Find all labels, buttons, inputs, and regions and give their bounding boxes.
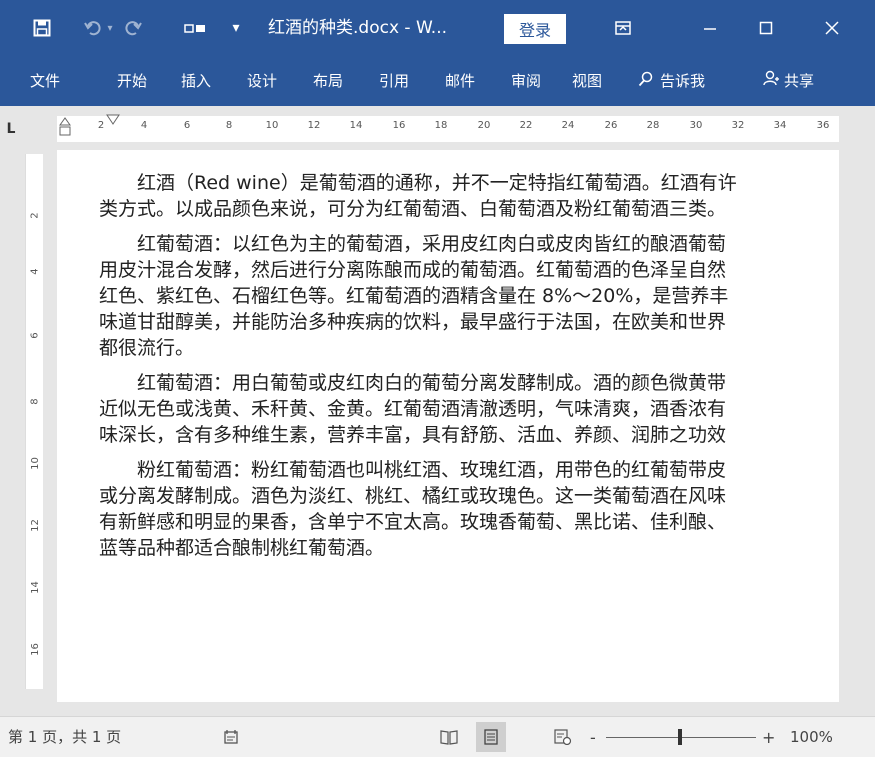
ruler-tick: 30 — [689, 120, 703, 131]
ruler-tick: 4 — [29, 268, 41, 275]
undo-dropdown-icon[interactable]: ▾ — [104, 0, 116, 56]
ruler-tick: 14 — [349, 120, 363, 131]
left-indent-marker-icon[interactable] — [59, 115, 71, 137]
tab-design[interactable]: 设计 — [247, 56, 277, 106]
horizontal-ruler[interactable]: 2 4 6 8 10 12 14 16 18 20 22 24 26 28 30… — [57, 114, 839, 142]
web-layout-icon[interactable] — [552, 726, 574, 748]
ruler-tick: 24 — [561, 120, 575, 131]
text-line: 红色、紫红色、石榴红色等。红葡萄酒的酒精含量在 8%～20%，是营养丰 — [99, 285, 729, 307]
ruler-tick: 20 — [477, 120, 491, 131]
tell-me-box[interactable]: 告诉我 — [638, 56, 705, 106]
text-line: 近似无色或浅黄、禾秆黄、金黄。红葡萄酒清澈透明，气味清爽，酒香浓有 — [99, 398, 727, 420]
tab-insert[interactable]: 插入 — [181, 56, 211, 106]
tab-file[interactable]: 文件 — [30, 56, 60, 106]
text-line: 有新鲜感和明显的果香，含单宁不宜太高。玫瑰香葡萄、黑比诺、佳利酿、 — [99, 511, 727, 533]
ruler-tick: 2 — [97, 120, 105, 131]
text-line: 红酒（Red wine）是葡萄酒的通称，并不一定特指红葡萄酒。红酒有许 — [137, 172, 737, 194]
ruler-tick: 32 — [731, 120, 745, 131]
document-workspace: L 2 4 6 8 10 12 14 16 18 20 22 24 26 28 … — [0, 106, 875, 716]
paragraph-3: 红葡萄酒：用白葡萄或皮红肉白的葡萄分离发酵制成。酒的颜色微黄带 近似无色或浅黄、… — [61, 370, 839, 448]
tab-references[interactable]: 引用 — [379, 56, 409, 106]
maximize-icon[interactable] — [746, 0, 786, 56]
ruler-tick: 28 — [646, 120, 660, 131]
share-person-icon — [762, 57, 780, 107]
paragraph-1: 红酒（Red wine）是葡萄酒的通称，并不一定特指红葡萄酒。红酒有许 类方式。… — [61, 170, 839, 222]
zoom-slider-thumb[interactable] — [678, 729, 682, 745]
redo-icon[interactable] — [120, 0, 146, 56]
ruler-tick: 18 — [434, 120, 448, 131]
vertical-ruler[interactable]: 2 4 6 8 10 12 14 16 — [25, 154, 43, 689]
ruler-tick: 8 — [29, 398, 41, 405]
paragraph-2: 红葡萄酒：以红色为主的葡萄酒，采用皮红肉白或皮肉皆红的酿酒葡萄 用皮汁混合发酵，… — [61, 231, 839, 361]
ruler-tick: 36 — [816, 120, 830, 131]
text-line: 都很流行。 — [99, 337, 195, 359]
ruler-tick: 14 — [29, 581, 41, 594]
ruler-tick: 16 — [392, 120, 406, 131]
text-line: 味道甘甜醇美，并能防治多种疾病的饮料，最早盛行于法国，在欧美和世界 — [99, 311, 727, 333]
ruler-tick: 2 — [29, 212, 41, 219]
zoom-out-button[interactable]: - — [590, 717, 596, 757]
paragraph-4: 粉红葡萄酒：粉红葡萄酒也叫桃红酒、玫瑰红酒，用带色的红葡萄带皮 或分离发酵制成。… — [61, 457, 839, 561]
tab-review[interactable]: 审阅 — [511, 56, 541, 106]
text-line: 蓝等品种都适合酿制桃红葡萄酒。 — [99, 537, 385, 559]
ruler-tick: 6 — [29, 332, 41, 339]
ribbon-tabs: 文件 开始 插入 设计 布局 引用 邮件 审阅 视图 告诉我 共享 — [0, 56, 875, 106]
ruler-tick: 12 — [29, 519, 41, 532]
close-icon[interactable] — [812, 0, 852, 56]
touch-mode-icon[interactable] — [180, 0, 210, 56]
text-line: 或分离发酵制成。酒色为淡红、桃红、橘红或玫瑰色。这一类葡萄酒在风味 — [99, 485, 727, 507]
tab-home[interactable]: 开始 — [117, 56, 147, 106]
tab-selector-button[interactable]: L — [0, 118, 22, 140]
ruler-tick: 22 — [519, 120, 533, 131]
zoom-level[interactable]: 100% — [790, 717, 833, 757]
ruler-tick: 34 — [773, 120, 787, 131]
ruler-tick: 6 — [183, 120, 191, 131]
page-count[interactable]: 第 1 页，共 1 页 — [8, 717, 121, 757]
text-line: 味深长，含有多种维生素，营养丰富，具有舒筋、活血、养颜、润肺之功效 — [99, 424, 727, 446]
share-label: 共享 — [784, 72, 815, 90]
tab-layout[interactable]: 布局 — [313, 56, 343, 106]
read-mode-icon[interactable] — [438, 726, 460, 748]
share-button[interactable]: 共享 — [762, 56, 814, 106]
zoom-in-button[interactable]: + — [762, 717, 775, 757]
ruler-tick: 10 — [265, 120, 279, 131]
text-line: 用皮汁混合发酵，然后进行分离陈酿而成的葡萄酒。红葡萄酒的色泽呈自然 — [99, 259, 727, 281]
ruler-tick: 16 — [29, 643, 41, 656]
text-line: 红葡萄酒：用白葡萄或皮红肉白的葡萄分离发酵制成。酒的颜色微黄带 — [137, 372, 727, 394]
ruler-tick: 10 — [29, 457, 41, 470]
customize-qat-icon[interactable]: ▾ — [226, 0, 246, 56]
text-line: 粉红葡萄酒：粉红葡萄酒也叫桃红酒、玫瑰红酒，用带色的红葡萄带皮 — [137, 459, 727, 481]
proofing-icon[interactable] — [220, 726, 242, 748]
tell-me-label: 告诉我 — [660, 72, 706, 90]
ruler-tick: 26 — [604, 120, 618, 131]
tab-view[interactable]: 视图 — [572, 56, 602, 106]
print-layout-icon[interactable] — [476, 722, 506, 752]
undo-icon[interactable] — [80, 0, 106, 56]
ruler-tick: 8 — [225, 120, 233, 131]
text-line: 类方式。以成品颜色来说，可分为红葡萄酒、白葡萄酒及粉红葡萄酒三类。 — [99, 198, 727, 220]
tab-mailings[interactable]: 邮件 — [445, 56, 475, 106]
text-line: 红葡萄酒：以红色为主的葡萄酒，采用皮红肉白或皮肉皆红的酿酒葡萄 — [137, 233, 727, 255]
login-button[interactable]: 登录 — [504, 14, 566, 44]
document-title: 红酒的种类.docx - W... — [268, 18, 448, 38]
document-body: 红酒（Red wine）是葡萄酒的通称，并不一定特指红葡萄酒。红酒有许 类方式。… — [61, 170, 839, 570]
save-icon[interactable] — [28, 0, 56, 56]
document-page[interactable]: 红酒（Red wine）是葡萄酒的通称，并不一定特指红葡萄酒。红酒有许 类方式。… — [57, 150, 839, 702]
ruler-tick: 12 — [307, 120, 321, 131]
first-line-indent-marker-icon[interactable] — [106, 114, 120, 126]
ribbon-display-options-icon[interactable] — [608, 0, 638, 56]
search-icon — [638, 57, 654, 107]
title-bar: ▾ ▾ 红酒的种类.docx - W... 登录 — [0, 0, 875, 56]
status-bar: 第 1 页，共 1 页 - + 100% — [0, 716, 875, 757]
ruler-tick: 4 — [140, 120, 148, 131]
minimize-icon[interactable] — [690, 0, 730, 56]
